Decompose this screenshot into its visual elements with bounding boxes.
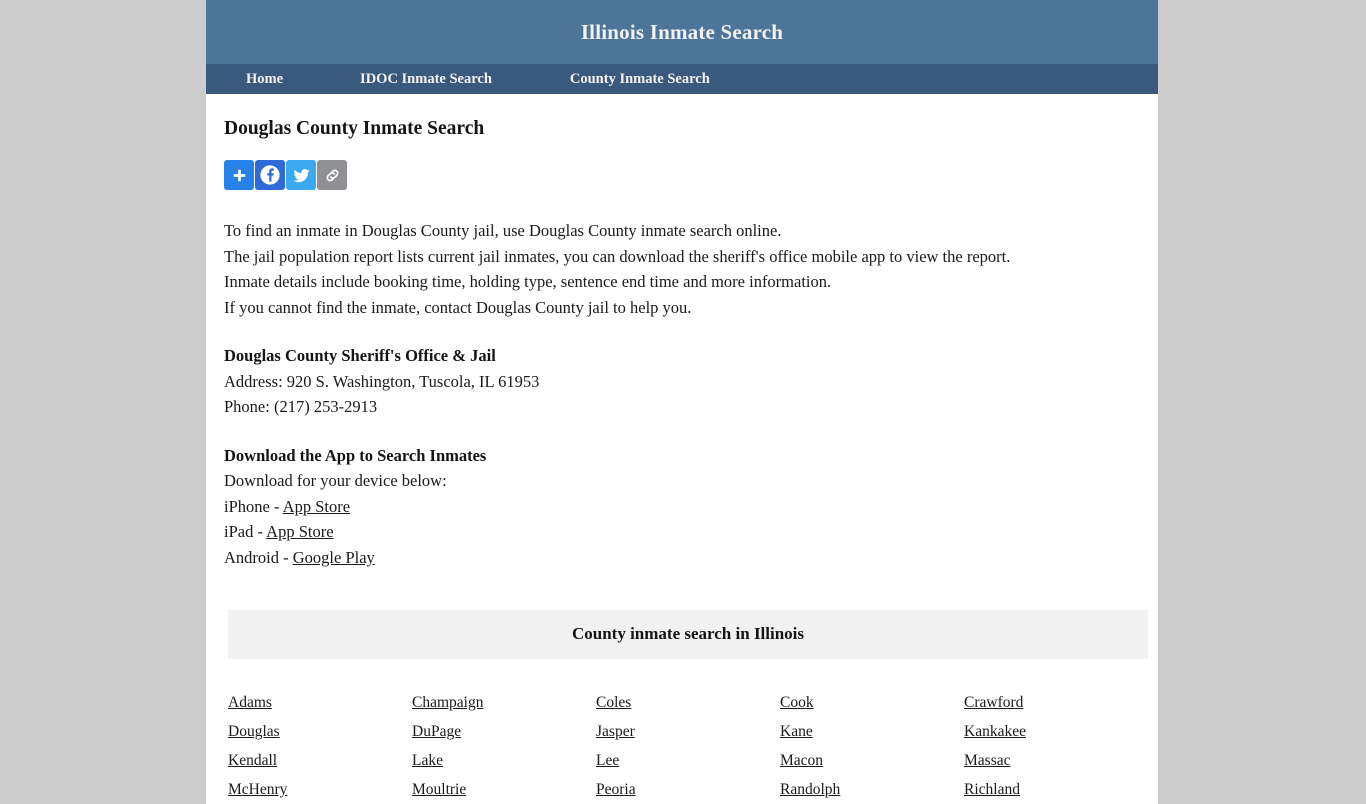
table-spacer	[228, 659, 1148, 688]
nav-item-idoc-inmate-search[interactable]: IDOC Inmate Search	[360, 71, 492, 88]
download-row-prefix: iPhone -	[224, 496, 283, 516]
county-link[interactable]: Lake	[412, 752, 443, 769]
county-inmate-search-table: County inmate search in Illinois Adams C…	[228, 610, 1148, 804]
table-cell: Lee	[596, 746, 780, 775]
twitter-icon	[292, 166, 311, 185]
county-link[interactable]: Richland	[964, 781, 1020, 798]
page-container: Illinois Inmate Search Home IDOC Inmate …	[206, 0, 1158, 804]
main-content: Douglas County Inmate Search To find an …	[206, 116, 1158, 804]
intro-line: Inmate details include booking time, hol…	[224, 272, 832, 292]
link-icon	[323, 166, 342, 185]
intro-line: To find an inmate in Douglas County jail…	[224, 221, 782, 241]
table-cell: Jasper	[596, 717, 780, 746]
app-store-link-iphone[interactable]: App Store	[283, 497, 350, 516]
county-link[interactable]: Kankakee	[964, 723, 1026, 740]
download-row-android: Android - Google Play	[224, 545, 1140, 571]
intro-paragraph: To find an inmate in Douglas County jail…	[224, 218, 1140, 320]
county-link[interactable]: DuPage	[412, 723, 461, 740]
download-row-prefix: iPad -	[224, 522, 267, 542]
table-row: Kendall Lake Lee Macon Massac	[228, 746, 1148, 775]
county-table-title: County inmate search in Illinois	[228, 610, 1148, 660]
county-link[interactable]: Crawford	[964, 694, 1023, 711]
county-link[interactable]: Coles	[596, 694, 631, 711]
download-row-iphone: iPhone - App Store	[224, 494, 1140, 520]
county-link[interactable]: McHenry	[228, 781, 287, 798]
county-link[interactable]: Randolph	[780, 781, 840, 798]
table-cell: Douglas	[228, 717, 412, 746]
nav-item-county-inmate-search[interactable]: County Inmate Search	[570, 71, 710, 88]
table-cell: Lake	[412, 746, 596, 775]
intro-line: The jail population report lists current…	[224, 246, 1011, 266]
download-app-heading: Download the App to Search Inmates	[224, 445, 487, 465]
download-app-subtitle: Download for your device below:	[224, 471, 447, 491]
table-cell: Adams	[228, 688, 412, 717]
table-row: Adams Champaign Coles Cook Crawford	[228, 688, 1148, 717]
sheriff-office-address: Address: 920 S. Washington, Tuscola, IL …	[224, 371, 540, 391]
table-cell: Kankakee	[964, 717, 1148, 746]
table-cell: Kendall	[228, 746, 412, 775]
table-cell: McHenry	[228, 775, 412, 804]
download-row-ipad: iPad - App Store	[224, 519, 1140, 545]
county-link[interactable]: Kane	[780, 723, 813, 740]
county-link[interactable]: Champaign	[412, 694, 483, 711]
table-row: Douglas DuPage Jasper Kane Kankakee	[228, 717, 1148, 746]
county-link[interactable]: Adams	[228, 694, 272, 711]
county-link[interactable]: Macon	[780, 752, 823, 769]
table-cell: Moultrie	[412, 775, 596, 804]
twitter-share-button[interactable]	[286, 160, 316, 191]
county-link[interactable]: Lee	[596, 752, 619, 769]
table-cell: Randolph	[780, 775, 964, 804]
table-cell: Coles	[596, 688, 780, 717]
download-app-section: Download the App to Search Inmates Downl…	[224, 443, 1140, 571]
table-cell: Crawford	[964, 688, 1148, 717]
table-cell: Champaign	[412, 688, 596, 717]
plus-icon	[231, 167, 248, 184]
table-cell: Richland	[964, 775, 1148, 804]
county-link[interactable]: Douglas	[228, 723, 280, 740]
county-link[interactable]: Kendall	[228, 752, 277, 769]
sheriff-office-section: Douglas County Sheriff's Office & Jail A…	[224, 343, 1140, 420]
sheriff-office-phone: Phone: (217) 253-2913	[224, 397, 378, 417]
table-cell: Kane	[780, 717, 964, 746]
table-cell: Cook	[780, 688, 964, 717]
sheriff-office-heading: Douglas County Sheriff's Office & Jail	[224, 346, 496, 366]
facebook-share-button[interactable]	[255, 160, 285, 191]
app-store-link-ipad[interactable]: App Store	[266, 522, 333, 541]
site-header: Illinois Inmate Search	[206, 0, 1158, 64]
addthis-share-button[interactable]	[224, 160, 254, 191]
table-row: McHenry Moultrie Peoria Randolph Richlan…	[228, 775, 1148, 804]
table-cell: Peoria	[596, 775, 780, 804]
google-play-link-android[interactable]: Google Play	[293, 548, 375, 567]
site-nav: Home IDOC Inmate Search County Inmate Se…	[206, 64, 1158, 94]
page-title: Douglas County Inmate Search	[224, 118, 485, 139]
intro-line: If you cannot find the inmate, contact D…	[224, 297, 692, 317]
download-row-prefix: Android -	[224, 547, 293, 567]
share-button-row	[224, 160, 1140, 191]
county-link[interactable]: Moultrie	[412, 781, 466, 798]
table-cell: Macon	[780, 746, 964, 775]
county-link[interactable]: Massac	[964, 752, 1011, 769]
table-cell: DuPage	[412, 717, 596, 746]
site-title: Illinois Inmate Search	[580, 19, 784, 44]
facebook-icon	[259, 164, 281, 186]
copy-link-button[interactable]	[317, 160, 347, 191]
county-link[interactable]: Jasper	[596, 723, 635, 740]
county-link[interactable]: Cook	[780, 694, 814, 711]
table-cell: Massac	[964, 746, 1148, 775]
nav-item-home[interactable]: Home	[246, 71, 283, 88]
county-link[interactable]: Peoria	[596, 781, 636, 798]
